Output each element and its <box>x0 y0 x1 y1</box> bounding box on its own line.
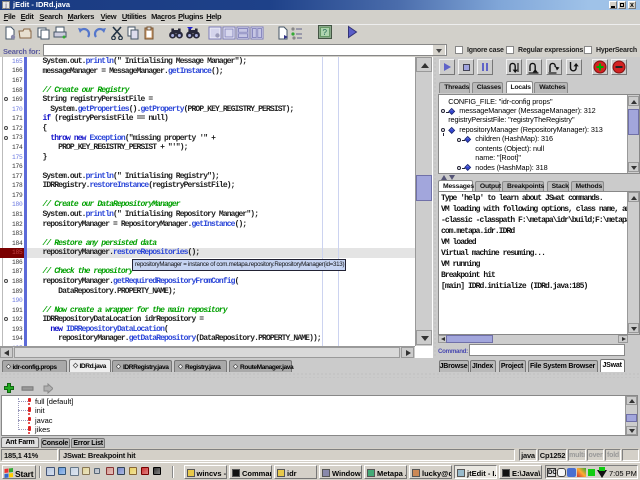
svg-text:?: ? <box>323 28 328 37</box>
